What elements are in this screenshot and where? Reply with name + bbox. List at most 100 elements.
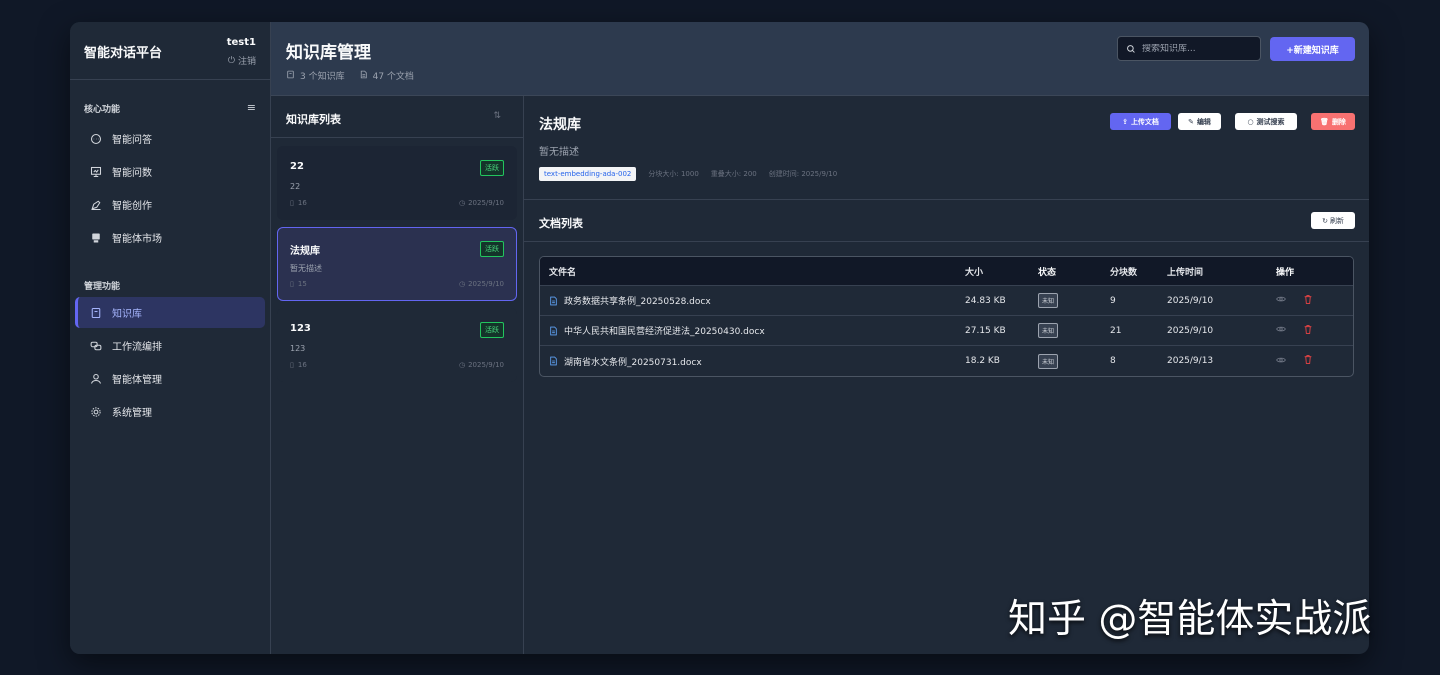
upload-button[interactable]: ⇪ 上传文档 — [1110, 113, 1171, 130]
delete-icon[interactable] — [1304, 294, 1312, 307]
kb-doc-count: ▯ 15 — [290, 280, 307, 288]
kb-docs-value: 16 — [297, 199, 307, 207]
doc-list-header: 文档列表 ↻ 刷新 — [524, 200, 1369, 242]
nav-item-system[interactable]: 系统管理 — [75, 396, 265, 427]
doc-table: 文件名 大小 状态 分块数 上传时间 操作 政务数据共享条例_20250528.… — [539, 256, 1354, 377]
doc-filename[interactable]: 中华人民共和国民营经济促进法_20250430.docx — [549, 316, 765, 345]
kb-docs-value: 16 — [297, 361, 307, 369]
section-core-heading: 核心功能 — [84, 105, 121, 115]
doc-chunks: 8 — [1110, 356, 1116, 366]
doc-status: 未知 — [1038, 286, 1059, 315]
nav-label: 智能体市场 — [112, 234, 162, 245]
doc-status: 未知 — [1038, 316, 1059, 345]
upload-icon: ⇪ — [1122, 117, 1128, 126]
created-time: 创建时间: 2025/9/10 — [768, 170, 838, 178]
doc-actions — [1276, 346, 1312, 376]
kb-name: 123 — [290, 323, 311, 334]
kb-list-panel: 知识库列表 ⇅ 22 活跃 22 ▯ 16 ◷ 2025/9/10 法规库 活跃… — [271, 96, 524, 654]
nav-label: 智能体管理 — [112, 375, 162, 386]
kb-count-stat: 3 个知识库 — [286, 69, 345, 82]
table-row: 政务数据共享条例_20250528.docx 24.83 KB 未知 9 202… — [540, 286, 1353, 316]
nav-label: 智能问答 — [112, 135, 152, 146]
brand-title: 智能对话平台 — [84, 46, 163, 61]
edit-button[interactable]: ✎ 编辑 — [1178, 113, 1221, 130]
chat-icon — [90, 133, 102, 145]
logout-link[interactable]: ⏻ 注销 — [227, 54, 256, 68]
view-icon[interactable] — [1276, 295, 1286, 306]
doc-time: 2025/9/10 — [1167, 295, 1214, 306]
document-icon: ▯ — [290, 199, 294, 207]
col-chunks: 分块数 — [1110, 267, 1138, 278]
view-icon[interactable] — [1276, 325, 1286, 336]
sort-icon[interactable]: ⇅ — [493, 111, 501, 121]
kb-card-selected[interactable]: 法规库 活跃 暂无描述 ▯ 15 ◷ 2025/9/10 — [277, 227, 517, 301]
gear-icon — [90, 406, 102, 418]
doc-size: 24.83 KB — [965, 295, 1006, 306]
kb-detail-title: 法规库 — [539, 117, 581, 133]
upload-label: 上传文档 — [1130, 117, 1159, 126]
doc-name: 湖南省水文条例_20250731.docx — [564, 357, 702, 368]
chart-icon — [90, 166, 102, 178]
logout-label: 注销 — [237, 57, 256, 67]
kb-name: 22 — [290, 161, 304, 172]
overlap-size: 重叠大小: 200 — [710, 170, 757, 178]
kb-card[interactable]: 123 活跃 123 ▯ 16 ◷ 2025/9/10 — [277, 308, 517, 382]
kb-date: ◷ 2025/9/10 — [459, 280, 504, 288]
nav-item-creation[interactable]: 智能创作 — [75, 189, 265, 220]
doc-name: 政务数据共享条例_20250528.docx — [564, 297, 711, 307]
status-tag: 未知 — [1038, 323, 1059, 338]
nav-item-agent-market[interactable]: 智能体市场 — [75, 222, 265, 253]
col-actions: 操作 — [1276, 267, 1295, 278]
status-badge: 活跃 — [480, 160, 504, 176]
search-input[interactable] — [1142, 43, 1252, 54]
col-filename: 文件名 — [549, 267, 577, 278]
new-kb-button[interactable]: +新建知识库 — [1270, 37, 1355, 61]
delete-label: 删除 — [1331, 117, 1346, 126]
status-badge: 活跃 — [480, 322, 504, 338]
trash-icon: 🗑 — [1320, 117, 1329, 126]
kb-list-header: 知识库列表 ⇅ — [271, 96, 523, 138]
user-name: test1 — [226, 37, 256, 48]
clock-icon: ◷ — [458, 280, 466, 288]
view-icon[interactable] — [1276, 356, 1286, 367]
table-header-row: 文件名 大小 状态 分块数 上传时间 操作 — [540, 257, 1353, 286]
kb-count: 3 个知识库 — [300, 72, 345, 82]
brand-bar: 智能对话平台 test1 ⏻ 注销 — [70, 22, 270, 80]
nav-item-workflow[interactable]: 工作流编排 — [75, 330, 265, 361]
kb-card[interactable]: 22 活跃 22 ▯ 16 ◷ 2025/9/10 — [277, 146, 517, 220]
table-row: 中华人民共和国民营经济促进法_20250430.docx 27.15 KB 未知… — [540, 316, 1353, 346]
search-box[interactable] — [1117, 36, 1261, 61]
nav-label: 工作流编排 — [112, 342, 162, 353]
nav-item-chat[interactable]: 智能问答 — [75, 123, 265, 154]
delete-icon[interactable] — [1304, 324, 1312, 337]
kb-desc: 123 — [290, 344, 306, 353]
doc-actions — [1276, 316, 1312, 345]
doc-size: 27.15 KB — [965, 325, 1006, 336]
kb-detail-panel: 法规库 暂无描述 text-embedding-ada-002 分块大小: 10… — [524, 96, 1369, 654]
document-icon — [359, 70, 368, 82]
delete-icon[interactable] — [1304, 355, 1312, 367]
edit-label: 编辑 — [1196, 117, 1211, 126]
nav-item-agent-manage[interactable]: 智能体管理 — [75, 363, 265, 394]
database-icon — [286, 70, 295, 82]
doc-filename[interactable]: 政务数据共享条例_20250528.docx — [549, 286, 711, 315]
test-search-button[interactable]: ○ 测试搜索 — [1235, 113, 1297, 130]
doc-filename[interactable]: 湖南省水文条例_20250731.docx — [549, 346, 702, 376]
store-icon — [90, 232, 102, 244]
header-stats: 3 个知识库 47 个文档 — [286, 69, 414, 82]
kb-detail-desc: 暂无描述 — [539, 147, 579, 158]
kb-desc: 暂无描述 — [290, 264, 322, 273]
nav-label: 智能问数 — [112, 168, 152, 179]
nav-item-knowledge-base[interactable]: 知识库 — [75, 297, 265, 328]
doc-count-stat: 47 个文档 — [359, 69, 414, 82]
menu-icon[interactable]: ≡ — [247, 101, 256, 114]
power-icon: ⏻ — [227, 55, 235, 66]
nav-item-data-query[interactable]: 智能问数 — [75, 156, 265, 187]
nav-label: 知识库 — [112, 309, 142, 320]
status-tag: 未知 — [1038, 293, 1059, 308]
kb-list-title: 知识库列表 — [286, 113, 341, 126]
delete-button[interactable]: 🗑 删除 — [1311, 113, 1355, 130]
page-header: 知识库管理 3 个知识库 47 个文档 +新建知识库 — [271, 22, 1369, 96]
kb-docs-value: 15 — [297, 280, 307, 288]
refresh-button[interactable]: ↻ 刷新 — [1311, 212, 1355, 229]
